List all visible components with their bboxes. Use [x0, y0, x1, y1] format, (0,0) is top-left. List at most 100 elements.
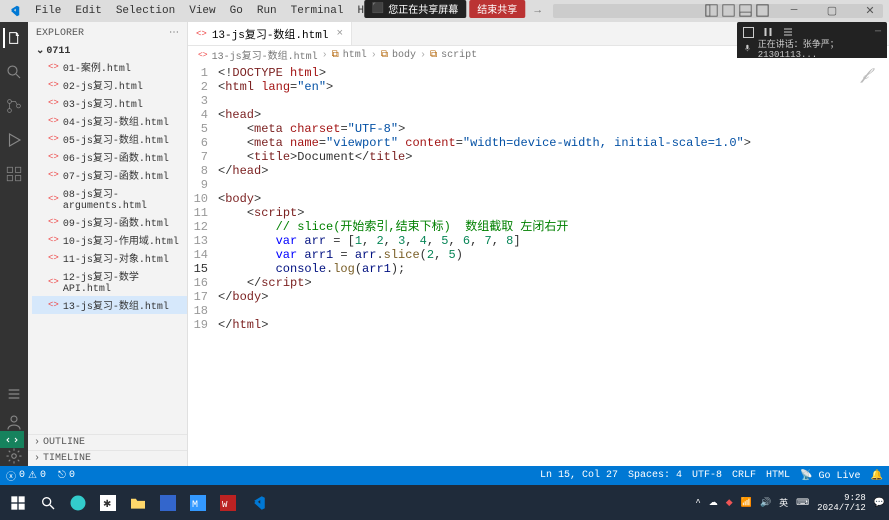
editor: <> 13-js复习-数组.html × <> 13-js复习-数组.html›… — [188, 22, 889, 466]
sidebar-file[interactable]: <>02-js复习.html — [32, 76, 187, 94]
sidebar-more-icon[interactable]: ⋯ — [169, 27, 179, 39]
menu-run[interactable]: Run — [250, 5, 284, 17]
tab-close-icon[interactable]: × — [336, 28, 343, 40]
sidebar-file[interactable]: <>10-js复习-作用域.html — [32, 231, 187, 249]
close-button[interactable]: ✕ — [851, 0, 889, 22]
taskbar-vscode-icon[interactable] — [244, 489, 272, 517]
settings-gear-icon[interactable] — [4, 446, 24, 466]
search-icon[interactable] — [4, 62, 24, 82]
sidebar-file[interactable]: <>03-js复习.html — [32, 94, 187, 112]
sidebar-file[interactable]: <>05-js复习-数组.html — [32, 130, 187, 148]
menu-selection[interactable]: Selection — [109, 5, 182, 17]
taskbar-search-icon[interactable] — [34, 489, 62, 517]
sidebar-file[interactable]: <>11-js复习-对象.html — [32, 249, 187, 267]
sidebar-file[interactable]: <>08-js复习-arguments.html — [32, 184, 187, 213]
vscode-logo-icon — [6, 3, 22, 19]
maximize-button[interactable]: ▢ — [813, 0, 851, 22]
svg-text:✱: ✱ — [103, 499, 111, 511]
html-file-icon: <> — [48, 277, 59, 287]
svg-text:W: W — [222, 500, 228, 510]
html-file-icon: <> — [48, 134, 59, 144]
source-control-icon[interactable] — [4, 96, 24, 116]
menu-file[interactable]: File — [28, 5, 68, 17]
layout-panel4-icon[interactable] — [756, 4, 769, 17]
html-file-icon: <> — [48, 194, 59, 204]
outline-section[interactable]: ›OUTLINE — [28, 434, 187, 450]
status-golive[interactable]: 📡 Go Live — [800, 470, 860, 482]
tray-cloud-icon[interactable]: ☁ — [709, 498, 718, 508]
sidebar-file[interactable]: <>09-js复习-函数.html — [32, 213, 187, 231]
explorer-icon[interactable] — [3, 28, 23, 48]
menu-go[interactable]: Go — [223, 5, 250, 17]
list-icon[interactable] — [4, 384, 24, 404]
sidebar-file[interactable]: <>13-js复习-数组.html — [32, 296, 187, 314]
sidebar-file[interactable]: <>01-案例.html — [32, 58, 187, 76]
overlay-stop-icon[interactable] — [743, 27, 754, 38]
tray-ime[interactable]: 英 — [779, 496, 788, 509]
status-spaces[interactable]: Spaces: 4 — [628, 470, 682, 481]
sidebar-file[interactable]: <>06-js复习-函数.html — [32, 148, 187, 166]
menu-view[interactable]: View — [182, 5, 222, 17]
port-icon: ⎋ — [58, 470, 66, 482]
tab-active[interactable]: <> 13-js复习-数组.html × — [188, 22, 352, 45]
remote-indicator[interactable] — [0, 431, 24, 448]
minimize-button[interactable]: ─ — [775, 0, 813, 22]
html-file-icon: <> — [48, 80, 59, 90]
taskbar-app2-icon[interactable] — [154, 489, 182, 517]
end-share-button[interactable]: 结束共享 — [469, 0, 525, 18]
code-editor[interactable]: 12345678910111213141516171819 <!DOCTYPE … — [188, 64, 889, 466]
warning-icon: ⚠ — [28, 470, 37, 482]
tray-clock[interactable]: 9:282024/7/12 — [817, 493, 866, 513]
tray-keyboard-icon[interactable]: ⌨ — [796, 498, 809, 508]
start-button[interactable] — [4, 489, 32, 517]
chevron-right-icon: › — [34, 437, 40, 448]
status-bell-icon[interactable]: 🔔 — [871, 470, 883, 482]
layout-panel3-icon[interactable] — [739, 4, 752, 17]
status-cursor[interactable]: Ln 15, Col 27 — [540, 470, 618, 481]
html-file-icon: <> — [48, 170, 59, 180]
status-lang[interactable]: HTML — [766, 470, 790, 481]
debug-icon[interactable] — [4, 130, 24, 150]
html-file-icon: <> — [48, 152, 59, 162]
sidebar-file[interactable]: <>04-js复习-数组.html — [32, 112, 187, 130]
status-problems[interactable]: ⓧ0 ⚠0 ⎋0 — [6, 468, 75, 484]
sidebar-folder[interactable]: ⌄ 0711 — [32, 44, 187, 58]
sidebar-file[interactable]: <>12-js复习-数学API.html — [32, 267, 187, 296]
extensions-icon[interactable] — [4, 164, 24, 184]
taskbar-edge-icon[interactable] — [64, 489, 92, 517]
html-file-icon: <> — [48, 235, 59, 245]
tray-app-icon[interactable]: ◆ — [726, 498, 733, 508]
status-eol[interactable]: CRLF — [732, 470, 756, 481]
tray-volume-icon[interactable]: 🔊 — [760, 498, 771, 508]
account-icon[interactable] — [4, 412, 24, 432]
share-status: ⬛您正在共享屏幕 — [364, 0, 466, 18]
layout-panel-icon[interactable] — [705, 4, 718, 17]
nav-fwd-icon[interactable]: → — [534, 5, 541, 17]
svg-text:M: M — [192, 500, 198, 511]
tray-notifications-icon[interactable]: 💬 — [874, 498, 885, 508]
sidebar: EXPLORER ⋯ ⌄ 0711 <>01-案例.html<>02-js复习.… — [28, 22, 188, 466]
html-file-icon: <> — [48, 116, 59, 126]
status-encoding[interactable]: UTF-8 — [692, 470, 722, 481]
taskbar-app1-icon[interactable]: ✱ — [94, 489, 122, 517]
html-file-icon: <> — [48, 98, 59, 108]
menu-terminal[interactable]: Terminal — [284, 5, 351, 17]
broadcast-icon: 📡 — [800, 471, 812, 482]
taskbar-wps-icon[interactable]: W — [214, 489, 242, 517]
html-file-icon: <> — [48, 253, 59, 263]
html-file-icon: <> — [48, 217, 59, 227]
tray-wifi-icon[interactable]: 📶 — [741, 498, 752, 508]
window-controls: ─ ▢ ✕ — [775, 0, 889, 22]
timeline-section[interactable]: ›TIMELINE — [28, 450, 187, 466]
error-icon: ⓧ — [6, 468, 16, 484]
layout-panel2-icon[interactable] — [722, 4, 735, 17]
taskbar-files-icon[interactable] — [124, 489, 152, 517]
taskbar-app3-icon[interactable]: M — [184, 489, 212, 517]
screen-share-indicator: ⬛您正在共享屏幕 结束共享 — [364, 0, 525, 18]
html-file-icon: <> — [196, 29, 207, 39]
menu-edit[interactable]: Edit — [68, 5, 108, 17]
html-file-icon: <> — [198, 51, 208, 60]
sidebar-file[interactable]: <>07-js复习-函数.html — [32, 166, 187, 184]
meeting-overlay[interactable]: ─ 正在讲话：张争严；21301113... — [737, 22, 887, 58]
tray-chevron-icon[interactable]: ^ — [695, 498, 700, 508]
